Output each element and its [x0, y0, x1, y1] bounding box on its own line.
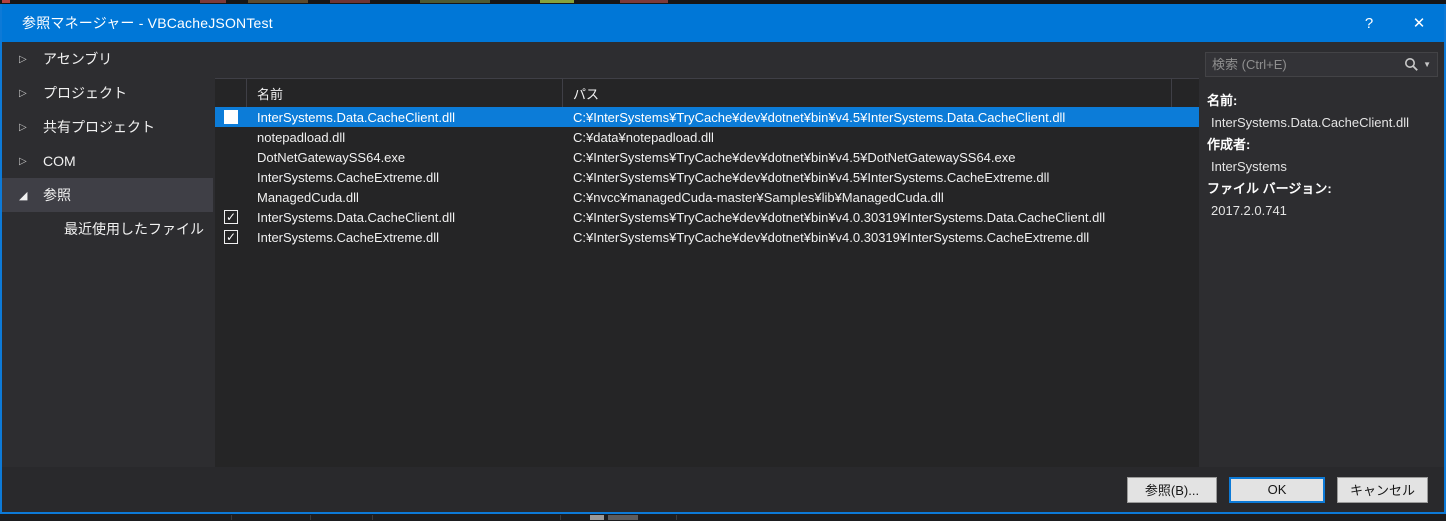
sidebar-item-label: COM: [43, 153, 76, 169]
reference-row[interactable]: InterSystems.CacheExtreme.dll C:¥InterSys…: [215, 167, 1199, 187]
header-name-column[interactable]: 名前: [247, 79, 563, 107]
background-glimpse: [231, 515, 232, 520]
reference-name: InterSystems.CacheExtreme.dll: [257, 169, 440, 185]
row-checkbox-cell: [215, 110, 247, 124]
cancel-button[interactable]: キャンセル: [1336, 476, 1428, 503]
background-glimpse: [540, 0, 574, 3]
reference-list: 名前 パス InterSystems.Data.CacheClient.dll C…: [215, 78, 1199, 467]
reference-path: C:¥InterSystems¥TryCache¥dev¥dotnet¥bin¥…: [573, 209, 1106, 225]
detail-author-label: 作成者:: [1207, 137, 1251, 152]
search-dropdown-icon[interactable]: ▼: [1423, 60, 1431, 69]
reference-path: C:¥InterSystems¥TryCache¥dev¥dotnet¥bin¥…: [573, 229, 1090, 245]
reference-path: C:¥InterSystems¥TryCache¥dev¥dotnet¥bin¥…: [573, 149, 1016, 165]
detail-name-value: InterSystems.Data.CacheClient.dll: [1211, 115, 1409, 130]
reference-name: notepadload.dll: [257, 129, 346, 145]
header-path-column[interactable]: パス: [563, 79, 1172, 107]
checked-checkbox[interactable]: ✓: [224, 210, 238, 224]
checked-checkbox[interactable]: ✓: [224, 230, 238, 244]
file-details: 名前: InterSystems.Data.CacheClient.dll 作成…: [1207, 90, 1409, 222]
reference-manager-dialog: 参照マネージャー - VBCacheJSONTest ? ✕ ▷ アセンブリ ▷ プロ…: [0, 4, 1446, 514]
detail-version-label: ファイル バージョン:: [1207, 181, 1332, 196]
row-checkbox-cell: ✓: [215, 210, 247, 224]
sidebar-item-label: プロジェクト: [43, 85, 127, 101]
sidebar-item-com[interactable]: ▷ COM: [2, 144, 213, 178]
background-glimpse: [608, 515, 638, 520]
background-glimpse: [372, 515, 373, 520]
category-sidebar: ▷ アセンブリ ▷ プロジェクト ▷ 共有プロジェクト ▷ COM ◢ 参照最近使用したファイル: [2, 42, 213, 471]
collapsed-arrow-icon[interactable]: ▷: [19, 88, 31, 99]
reference-path: C:¥InterSystems¥TryCache¥dev¥dotnet¥bin¥…: [573, 109, 1066, 125]
header-filler-column: [1172, 79, 1199, 107]
detail-version-value: 2017.2.0.741: [1211, 203, 1287, 218]
ok-button[interactable]: OK: [1228, 476, 1325, 503]
background-glimpse: [590, 515, 604, 520]
titlebar[interactable]: 参照マネージャー - VBCacheJSONTest ? ✕: [2, 4, 1444, 42]
background-glimpse: [620, 0, 668, 3]
detail-pane: ▼ 名前: InterSystems.Data.CacheClient.dll …: [1199, 42, 1444, 471]
search-box[interactable]: ▼: [1205, 52, 1438, 77]
sidebar-item-shared-projects[interactable]: ▷ 共有プロジェクト: [2, 110, 213, 144]
reference-name: InterSystems.CacheExtreme.dll: [257, 229, 440, 245]
reference-row[interactable]: InterSystems.Data.CacheClient.dll C:¥Inte…: [215, 107, 1199, 127]
background-glimpse: [420, 0, 490, 3]
browse-button[interactable]: 参照(B)...: [1126, 476, 1217, 503]
search-input[interactable]: [1206, 57, 1405, 72]
row-checkbox-cell: ✓: [215, 230, 247, 244]
collapsed-arrow-icon[interactable]: ▷: [19, 156, 31, 167]
collapsed-arrow-icon[interactable]: ▷: [19, 54, 31, 65]
reference-row[interactable]: ManagedCuda.dll C:¥nvcc¥managedCuda-maste…: [215, 187, 1199, 207]
reference-row[interactable]: DotNetGatewaySS64.exe C:¥InterSystems¥Try…: [215, 147, 1199, 167]
reference-row[interactable]: ✓ InterSystems.CacheExtreme.dll C:¥InterSy…: [215, 227, 1199, 247]
sidebar-item-label: 最近使用したファイル: [64, 221, 204, 237]
background-glimpse: [330, 0, 370, 3]
reference-name: InterSystems.Data.CacheClient.dll: [257, 209, 455, 225]
help-button[interactable]: ?: [1344, 4, 1394, 42]
search-icon[interactable]: [1404, 57, 1419, 72]
sidebar-item-projects[interactable]: ▷ プロジェクト: [2, 76, 213, 110]
unchecked-checkbox[interactable]: [224, 110, 238, 124]
sidebar-item-label: 共有プロジェクト: [43, 119, 155, 135]
collapsed-arrow-icon[interactable]: ▷: [19, 122, 31, 133]
detail-author-value: InterSystems: [1211, 159, 1287, 174]
sidebar-item-browse[interactable]: ◢ 参照: [2, 178, 213, 212]
reference-path: C:¥InterSystems¥TryCache¥dev¥dotnet¥bin¥…: [573, 169, 1050, 185]
list-header: 名前 パス: [215, 78, 1199, 107]
reference-row[interactable]: ✓ InterSystems.Data.CacheClient.dll C:¥Int…: [215, 207, 1199, 227]
sidebar-item-label: アセンブリ: [43, 51, 113, 67]
sidebar-item-assemblies[interactable]: ▷ アセンブリ: [2, 42, 213, 76]
sidebar-item-label: 参照: [43, 187, 71, 203]
screen: 参照マネージャー - VBCacheJSONTest ? ✕ ▷ アセンブリ ▷ プロ…: [0, 0, 1446, 521]
background-glimpse: [310, 515, 311, 520]
expanded-arrow-icon[interactable]: ◢: [19, 189, 31, 202]
reference-path: C:¥nvcc¥managedCuda-master¥Samples¥lib¥M…: [573, 189, 944, 205]
sidebar-item-recent-files[interactable]: 最近使用したファイル: [2, 212, 213, 246]
reference-path: C:¥data¥notepadload.dll: [573, 129, 714, 145]
footer-bar: 参照(B)... OK キャンセル: [2, 467, 1444, 512]
background-glimpse: [676, 515, 677, 520]
dialog-title: 参照マネージャー - VBCacheJSONTest: [22, 15, 273, 31]
reference-name: InterSystems.Data.CacheClient.dll: [257, 109, 455, 125]
background-glimpse: [248, 0, 308, 3]
reference-row[interactable]: notepadload.dll C:¥data¥notepadload.dll: [215, 127, 1199, 147]
background-glimpse: [2, 0, 10, 3]
background-glimpse: [200, 0, 226, 3]
desktop-background-strip-bottom: [0, 514, 1446, 521]
reference-name: DotNetGatewaySS64.exe: [257, 149, 406, 165]
close-button[interactable]: ✕: [1394, 4, 1444, 42]
reference-name: ManagedCuda.dll: [257, 189, 359, 205]
detail-name-label: 名前:: [1207, 93, 1238, 108]
header-checkbox-column[interactable]: [215, 79, 247, 107]
background-glimpse: [560, 515, 561, 520]
